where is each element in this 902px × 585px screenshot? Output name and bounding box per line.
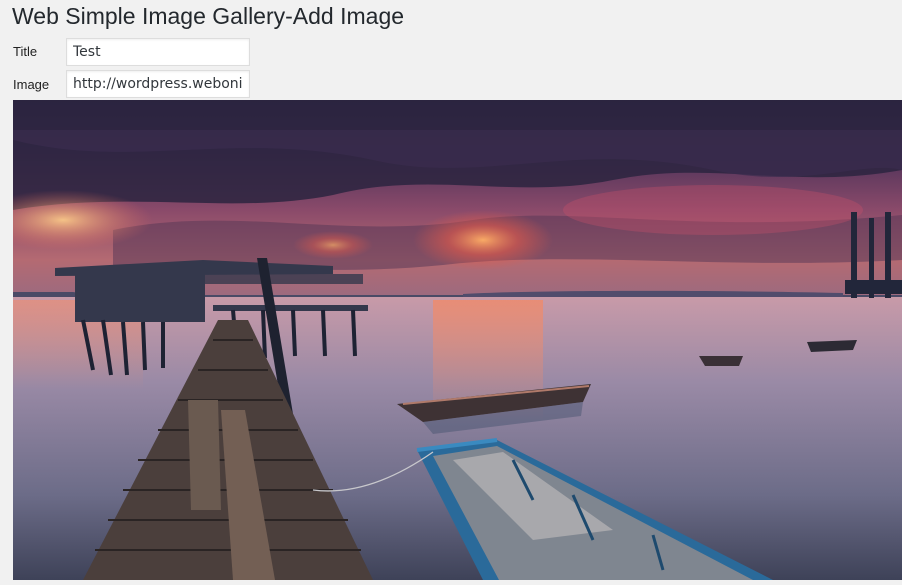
image-preview: [13, 100, 902, 580]
image-label: Image: [13, 77, 50, 92]
page-title: Web Simple Image Gallery-Add Image: [12, 3, 405, 29]
title-input[interactable]: [66, 38, 250, 66]
image-url-input[interactable]: [66, 70, 250, 98]
title-label: Title: [13, 44, 38, 59]
